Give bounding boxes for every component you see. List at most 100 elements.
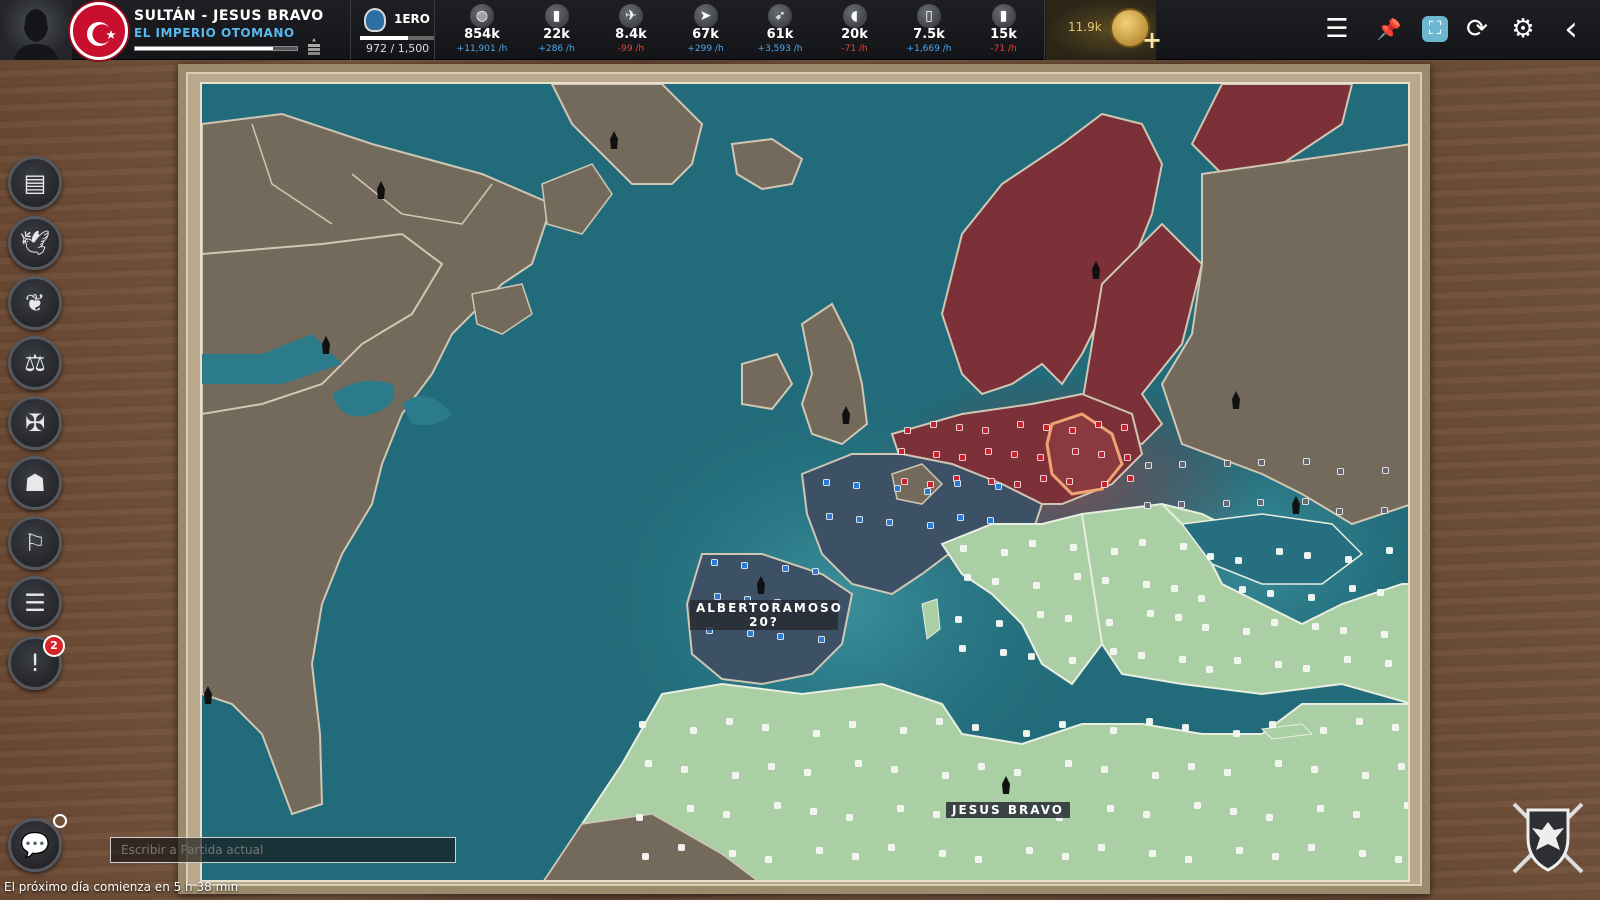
city-marker[interactable] — [1138, 652, 1145, 659]
city-marker[interactable] — [886, 519, 893, 526]
city-marker[interactable] — [1344, 656, 1351, 663]
city-marker[interactable] — [1180, 543, 1187, 550]
city-marker[interactable] — [768, 763, 775, 770]
city-marker[interactable] — [1029, 540, 1036, 547]
diplomacy-button[interactable]: 🕊 — [8, 216, 62, 270]
city-marker[interactable] — [1143, 811, 1150, 818]
city-marker[interactable] — [1143, 581, 1150, 588]
city-marker[interactable] — [636, 814, 643, 821]
city-marker[interactable] — [1127, 475, 1134, 482]
menu-button[interactable]: ☰ — [1322, 14, 1352, 44]
city-marker[interactable] — [900, 727, 907, 734]
city-marker[interactable] — [1302, 498, 1309, 505]
city-marker[interactable] — [1233, 730, 1240, 737]
city-marker[interactable] — [978, 763, 985, 770]
city-marker[interactable] — [1202, 624, 1209, 631]
city-marker[interactable] — [853, 482, 860, 489]
city-marker[interactable] — [1198, 595, 1205, 602]
city-marker[interactable] — [955, 616, 962, 623]
city-marker[interactable] — [898, 448, 905, 455]
city-marker[interactable] — [1345, 556, 1352, 563]
city-marker[interactable] — [1188, 763, 1195, 770]
city-marker[interactable] — [732, 772, 739, 779]
city-marker[interactable] — [1037, 611, 1044, 618]
city-marker[interactable] — [1392, 724, 1399, 731]
city-marker[interactable] — [823, 479, 830, 486]
city-marker[interactable] — [729, 850, 736, 857]
fullscreen-button[interactable]: ⛶ — [1422, 16, 1448, 42]
city-marker[interactable] — [1152, 772, 1159, 779]
city-marker[interactable] — [927, 522, 934, 529]
map-canvas[interactable] — [202, 84, 1410, 882]
city-marker[interactable] — [1011, 451, 1018, 458]
city-marker[interactable] — [964, 574, 971, 581]
city-marker[interactable] — [642, 853, 649, 860]
nation-flag[interactable] — [70, 2, 128, 60]
city-marker[interactable] — [1395, 856, 1402, 863]
city-marker[interactable] — [1381, 631, 1388, 638]
city-marker[interactable] — [1095, 421, 1102, 428]
city-marker[interactable] — [1000, 649, 1007, 656]
city-marker[interactable] — [726, 718, 733, 725]
city-marker[interactable] — [818, 636, 825, 643]
city-marker[interactable] — [1267, 590, 1274, 597]
refresh-button[interactable]: ⟳ — [1462, 14, 1492, 44]
city-marker[interactable] — [1065, 760, 1072, 767]
city-marker[interactable] — [1386, 547, 1393, 554]
city-marker[interactable] — [1171, 585, 1178, 592]
city-marker[interactable] — [1236, 847, 1243, 854]
city-marker[interactable] — [985, 448, 992, 455]
nation-name[interactable]: EL IMPERIO OTOMANO — [134, 26, 295, 40]
city-marker[interactable] — [1185, 856, 1192, 863]
city-marker[interactable] — [782, 565, 789, 572]
city-marker[interactable] — [678, 844, 685, 851]
city-marker[interactable] — [1069, 427, 1076, 434]
city-marker[interactable] — [1043, 424, 1050, 431]
city-marker[interactable] — [1224, 460, 1231, 467]
city-marker[interactable] — [901, 478, 908, 485]
city-marker[interactable] — [1062, 853, 1069, 860]
city-marker[interactable] — [1147, 610, 1154, 617]
city-marker[interactable] — [1037, 454, 1044, 461]
city-marker[interactable] — [1065, 615, 1072, 622]
city-marker[interactable] — [1275, 661, 1282, 668]
city-marker[interactable] — [1269, 721, 1276, 728]
city-marker[interactable] — [1308, 844, 1315, 851]
city-marker[interactable] — [1101, 766, 1108, 773]
city-marker[interactable] — [1194, 802, 1201, 809]
city-marker[interactable] — [813, 730, 820, 737]
city-marker[interactable] — [1182, 724, 1189, 731]
city-marker[interactable] — [930, 421, 937, 428]
city-marker[interactable] — [992, 578, 999, 585]
pin-button[interactable]: 📌 — [1374, 14, 1404, 44]
city-marker[interactable] — [1258, 459, 1265, 466]
city-marker[interactable] — [1272, 853, 1279, 860]
resource-0[interactable]: ◍ 854k +11,901 /h — [446, 0, 518, 60]
city-marker[interactable] — [1356, 718, 1363, 725]
chat-input[interactable] — [110, 837, 456, 863]
army-list-button[interactable]: ☰ — [8, 576, 62, 630]
city-marker[interactable] — [1124, 454, 1131, 461]
city-marker[interactable] — [687, 805, 694, 812]
city-marker[interactable] — [1145, 462, 1152, 469]
city-marker[interactable] — [1353, 811, 1360, 818]
newspaper-button[interactable]: ▤ — [8, 156, 62, 210]
intelligence-button[interactable]: ☗ — [8, 456, 62, 510]
city-marker[interactable] — [1385, 660, 1392, 667]
city-marker[interactable] — [1303, 458, 1310, 465]
city-marker[interactable] — [846, 814, 853, 821]
city-marker[interactable] — [891, 766, 898, 773]
city-marker[interactable] — [1040, 475, 1047, 482]
city-marker[interactable] — [1072, 448, 1079, 455]
city-marker[interactable] — [888, 844, 895, 851]
city-marker[interactable] — [959, 454, 966, 461]
city-marker[interactable] — [1014, 481, 1021, 488]
city-marker[interactable] — [714, 593, 721, 600]
city-marker[interactable] — [1207, 553, 1214, 560]
city-marker[interactable] — [1107, 805, 1114, 812]
city-marker[interactable] — [1349, 585, 1356, 592]
player-label-alberto[interactable]: ALBERTORAMOSO 20? — [690, 600, 841, 630]
city-marker[interactable] — [804, 769, 811, 776]
city-marker[interactable] — [1070, 544, 1077, 551]
city-marker[interactable] — [1317, 805, 1324, 812]
